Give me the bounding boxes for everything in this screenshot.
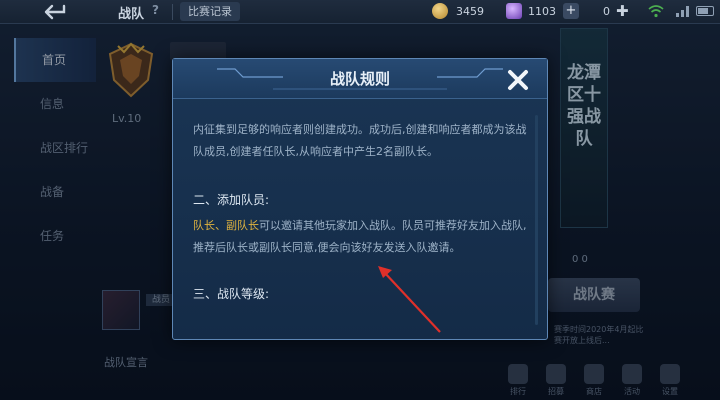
section-heading: 三、战队等级: bbox=[193, 287, 270, 301]
page-title: 战队 bbox=[118, 7, 145, 22]
plus-icon[interactable]: ✚ bbox=[616, 2, 629, 20]
gem-count: 1103 bbox=[528, 5, 556, 18]
dialog-title: 战队规则 bbox=[329, 70, 390, 88]
team-rules-dialog: 战队规则 内征集到足够的响应者则创建成功。成功后,创建和响应者都成为该战队成员,… bbox=[172, 58, 548, 340]
close-icon[interactable] bbox=[503, 65, 533, 95]
dialog-body: 内征集到足够的响应者则创建成功。成功后,创建和响应者都成为该战队成员,创建者任队… bbox=[193, 119, 531, 305]
highlight-text: 队长、副队长 bbox=[193, 219, 259, 232]
coin-count: 3459 bbox=[456, 5, 484, 18]
annotation-arrow-icon bbox=[378, 266, 441, 333]
wifi-icon bbox=[648, 5, 664, 18]
rule-paragraph: 队长、副队长可以邀请其他玩家加入战队。队员可推荐好友加入战队,推荐后队长或副队长… bbox=[193, 215, 531, 259]
dialog-header: 战队规则 bbox=[173, 59, 547, 99]
help-icon[interactable]: ? bbox=[152, 3, 159, 17]
scrollbar[interactable] bbox=[535, 115, 538, 325]
secondary-count: 0 bbox=[603, 5, 610, 18]
top-bar: 战队 ? 比赛记录 3459 1103 + 0 ✚ bbox=[0, 0, 720, 24]
section-heading: 二、添加队员: bbox=[193, 193, 270, 207]
match-records-button[interactable]: 比赛记录 bbox=[180, 2, 240, 21]
rule-paragraph: 内征集到足够的响应者则创建成功。成功后,创建和响应者都成为该战队成员,创建者任队… bbox=[193, 123, 527, 158]
battery-icon bbox=[696, 6, 714, 16]
back-arrow-icon[interactable] bbox=[38, 2, 72, 22]
divider bbox=[172, 4, 173, 20]
add-currency-button[interactable]: + bbox=[563, 3, 579, 19]
signal-icon bbox=[676, 6, 689, 17]
game-screen: 战队 ? 比赛记录 3459 1103 + 0 ✚ 首页 信息 战区排行 战备 … bbox=[0, 0, 720, 400]
coin-icon bbox=[432, 3, 448, 19]
gem-icon bbox=[506, 3, 522, 19]
